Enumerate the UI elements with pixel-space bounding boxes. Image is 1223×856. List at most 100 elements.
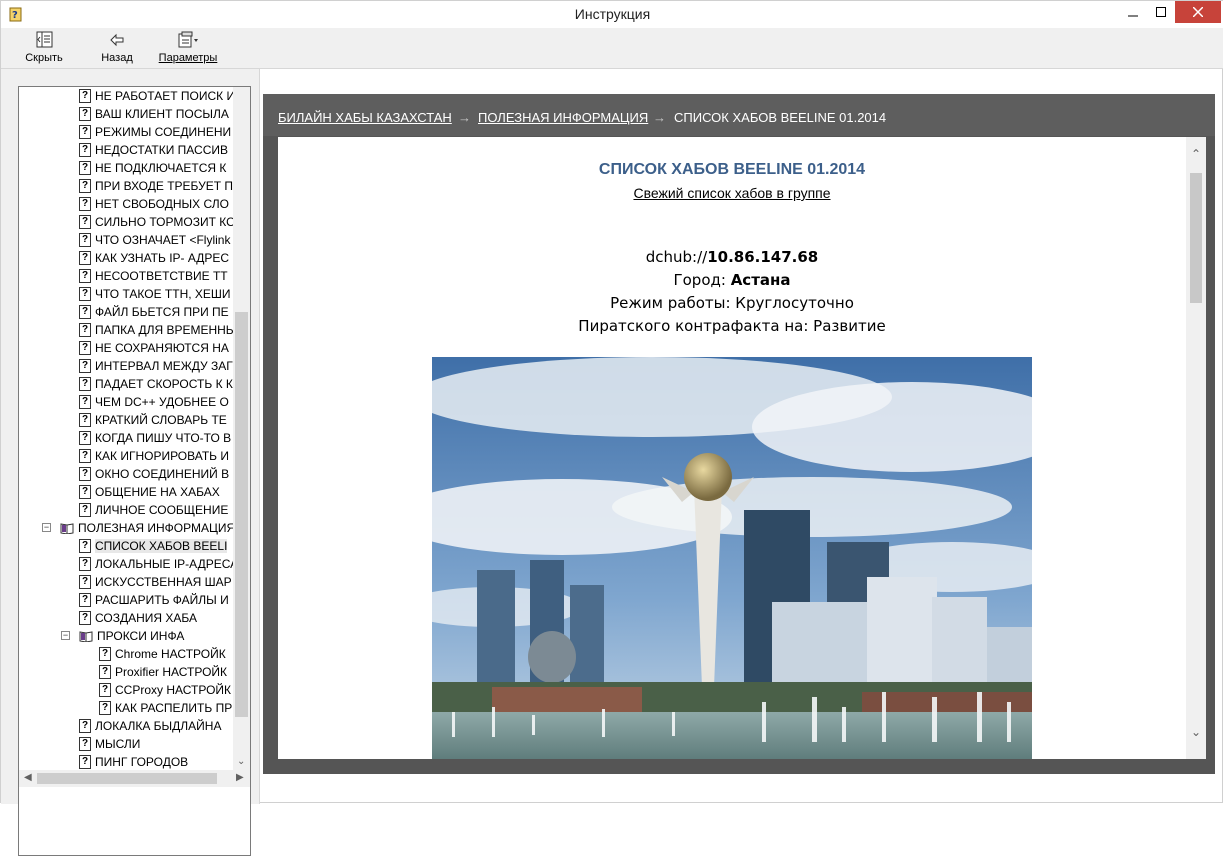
tree-topic[interactable]: ? СПИСОК ХАБОВ BEELI — [79, 537, 228, 555]
tree-topic[interactable]: ? РЕЖИМЫ СОЕДИНЕНИ — [79, 123, 231, 141]
tree-folder[interactable]: − ПОЛЕЗНАЯ ИНФОРМАЦИЯ — [42, 519, 233, 537]
tree-topic[interactable]: ? ФАЙЛ БЬЕТСЯ ПРИ ПЕ — [79, 303, 229, 321]
help-topic-icon: ? — [79, 287, 91, 301]
hide-pane-icon — [36, 31, 53, 48]
tree-topic[interactable]: ? ЛОКАЛЬНЫЕ IP-АДРЕСА — [79, 555, 233, 573]
navigation-pane: ? НЕ РАБОТАЕТ ПОИСК И? ВАШ КЛИЕНТ ПОСЫЛА? Р… — [1, 69, 260, 856]
back-button[interactable]: Назад — [95, 31, 139, 67]
tree-item-label: ПРОКСИ ИНФА — [97, 629, 185, 643]
tree-topic[interactable]: ? МЫСЛИ — [79, 735, 140, 753]
tree-topic[interactable]: ? РАСШАРИТЬ ФАЙЛЫ И — [79, 591, 229, 609]
tree-topic[interactable]: ? ПАПКА ДЛЯ ВРЕМЕННЫ — [79, 321, 233, 339]
tree-topic[interactable]: ? КОГДА ПИШУ ЧТО-ТО В — [79, 429, 231, 447]
tree-item-label: ПАПКА ДЛЯ ВРЕМЕННЫ — [95, 323, 233, 337]
tree-topic[interactable]: ? Proxifier НАСТРОЙК — [99, 663, 227, 681]
help-topic-icon: ? — [99, 665, 111, 679]
city-line: Город: Астана — [278, 271, 1186, 289]
tree-item-label: КАК РАСПЕЛИТЬ ПР — [115, 701, 233, 715]
breadcrumb-separator: → — [653, 110, 666, 125]
tree-item-label: Chrome НАСТРОЙК — [115, 647, 226, 661]
tree-topic[interactable]: ? КАК РАСПЕЛИТЬ ПР — [99, 699, 232, 717]
help-topic-icon: ? — [79, 161, 91, 175]
breadcrumb-link-root[interactable]: БИЛАЙН ХАБЫ КАЗАХСТАН — [278, 110, 452, 125]
tree-topic[interactable]: ? ЛИЧНОЕ СООБЩЕНИЕ — [79, 501, 228, 519]
collapse-toggle-icon[interactable]: − — [61, 631, 70, 640]
tree-topic[interactable]: ? ВАШ КЛИЕНТ ПОСЫЛА — [79, 105, 229, 123]
tree-item-label: КАК ИГНОРИРОВАТЬ И — [95, 449, 229, 463]
maximize-button[interactable] — [1147, 1, 1175, 23]
tree-item-label: КАК УЗНАТЬ IP- АДРЕС — [95, 251, 230, 265]
tree-item-label: НЕСООТВЕТСТВИЕ ТТ — [95, 269, 228, 283]
tree-topic[interactable]: ? НЕТ СВОБОДНЫХ СЛО — [79, 195, 229, 213]
window-title: Инструкция — [574, 6, 651, 22]
tree-topic[interactable]: ? НЕДОСТАТКИ ПАССИВ — [79, 141, 228, 159]
help-topic-icon: ? — [99, 701, 111, 715]
help-topic-icon: ? — [79, 125, 91, 139]
tree-topic[interactable]: ? ИСКУССТВЕННАЯ ШАР — [79, 573, 232, 591]
tree-topic[interactable]: ? ПРИ ВХОДЕ ТРЕБУЕТ П — [79, 177, 233, 195]
tree-horizontal-scrollbar[interactable]: ◀ ▶ — [19, 770, 250, 787]
tree-folder[interactable]: − ПРОКСИ ИНФА — [61, 627, 185, 645]
help-topic-icon: ? — [79, 359, 91, 373]
help-topic-icon: ? — [79, 305, 91, 319]
tree-topic[interactable]: ? КРАТКИЙ СЛОВАРЬ ТЕ — [79, 411, 227, 429]
fresh-hub-list-link[interactable]: Свежий список хабов в группе — [633, 185, 830, 201]
tree-topic[interactable]: ? CCProxy НАСТРОЙК — [99, 681, 231, 699]
tree-topic[interactable]: ? НЕ ПОДКЛЮЧАЕТСЯ К — [79, 159, 226, 177]
tree-topic[interactable]: ? СИЛЬНО ТОРМОЗИТ КО — [79, 213, 233, 231]
tree-item-label: ОБЩЕНИЕ НА ХАБАХ — [95, 485, 220, 499]
back-label: Назад — [101, 52, 133, 64]
breadcrumb-current: СПИСОК ХАБОВ BEELINE 01.2014 — [674, 110, 887, 125]
breadcrumb-link-useful-info[interactable]: ПОЛЕЗНАЯ ИНФОРМАЦИЯ — [478, 110, 648, 125]
tree-horizontal-scroll-thumb[interactable] — [37, 773, 217, 784]
tree-vertical-scroll-thumb[interactable] — [235, 312, 248, 717]
help-topic-icon: ? — [79, 269, 91, 283]
tree-item-label: ЛИЧНОЕ СООБЩЕНИЕ — [95, 503, 229, 517]
scroll-down-icon[interactable]: ⌄ — [1191, 725, 1201, 739]
tree-topic[interactable]: ? ПАДАЕТ СКОРОСТЬ К К — [79, 375, 233, 393]
tree-topic[interactable]: ? ОКНО СОЕДИНЕНИЙ В — [79, 465, 229, 483]
tree-item-label: ПОЛЕЗНАЯ ИНФОРМАЦИЯ — [78, 521, 233, 535]
tree-vertical-scrollbar[interactable]: ⌄ — [233, 87, 250, 770]
help-topic-icon: ? — [79, 323, 91, 337]
tree-topic[interactable]: ? ЛОКАЛКА БЫДЛАЙНА — [79, 717, 221, 735]
tree-topic[interactable]: ? Chrome НАСТРОЙК — [99, 645, 226, 663]
hide-button[interactable]: Скрыть — [21, 31, 67, 67]
help-topic-icon: ? — [79, 503, 91, 517]
options-label: Параметры — [158, 52, 218, 64]
tree-topic[interactable]: ? ЧТО ОЗНАЧАЕТ <Flylink — [79, 231, 230, 249]
collapse-toggle-icon[interactable]: − — [42, 523, 51, 532]
tree-item-label: ЛОКАЛЬНЫЕ IP-АДРЕСА — [95, 557, 233, 571]
tree-item-label: НЕ СОХРАНЯЮТСЯ НА — [95, 341, 229, 355]
minimize-button[interactable] — [1119, 1, 1147, 23]
help-topic-icon: ? — [79, 575, 91, 589]
tree-topic[interactable]: ? ЧЕМ DC++ УДОБНЕЕ О — [79, 393, 229, 411]
hub-address: 10.86.147.68 — [707, 248, 819, 266]
tree-item-label: ЧТО ТАКОЕ ТТН, ХЕШИ — [95, 287, 231, 301]
tree-topic[interactable]: ? ОБЩЕНИЕ НА ХАБАХ — [79, 483, 220, 501]
tree-topic[interactable]: ? НЕ СОХРАНЯЮТСЯ НА — [79, 339, 229, 357]
tree-item-label: ЛОКАЛКА БЫДЛАЙНА — [95, 719, 222, 733]
tree-topic[interactable]: ? НЕ РАБОТАЕТ ПОИСК И — [79, 87, 233, 105]
scroll-down-icon[interactable]: ⌄ — [237, 756, 245, 767]
tree-topic[interactable]: ? КАК ИГНОРИРОВАТЬ И — [79, 447, 229, 465]
content-pane: БИЛАЙН ХАБЫ КАЗАХСТАН → ПОЛЕЗНАЯ ИНФОРМА… — [263, 94, 1215, 774]
tree-topic[interactable]: ? ПИНГ ГОРОДОВ — [79, 753, 188, 770]
scroll-right-icon[interactable]: ▶ — [236, 772, 244, 783]
tree-topic[interactable]: ? ЧТО ТАКОЕ ТТН, ХЕШИ — [79, 285, 231, 303]
document-scroll-thumb[interactable] — [1190, 173, 1202, 303]
scroll-up-icon[interactable]: ⌃ — [1191, 147, 1201, 161]
tree-item-label: Proxifier НАСТРОЙК — [115, 665, 228, 679]
close-button[interactable] — [1175, 1, 1221, 23]
city-label: Город: — [673, 271, 731, 289]
tree-topic[interactable]: ? СОЗДАНИЯ ХАБА — [79, 609, 197, 627]
page-title: СПИСОК ХАБОВ BEELINE 01.2014 — [598, 161, 866, 178]
document-vertical-scrollbar[interactable]: ⌃ ⌄ — [1186, 137, 1206, 759]
astana-photo — [432, 357, 1032, 759]
help-topic-icon: ? — [79, 449, 91, 463]
tree-topic[interactable]: ? НЕСООТВЕТСТВИЕ ТТ — [79, 267, 228, 285]
options-button[interactable]: Параметры — [157, 31, 219, 67]
tree-topic[interactable]: ? КАК УЗНАТЬ IP- АДРЕС — [79, 249, 229, 267]
tree-topic[interactable]: ? ИНТЕРВАЛ МЕЖДУ ЗАГ — [79, 357, 233, 375]
scroll-left-icon[interactable]: ◀ — [24, 772, 32, 783]
